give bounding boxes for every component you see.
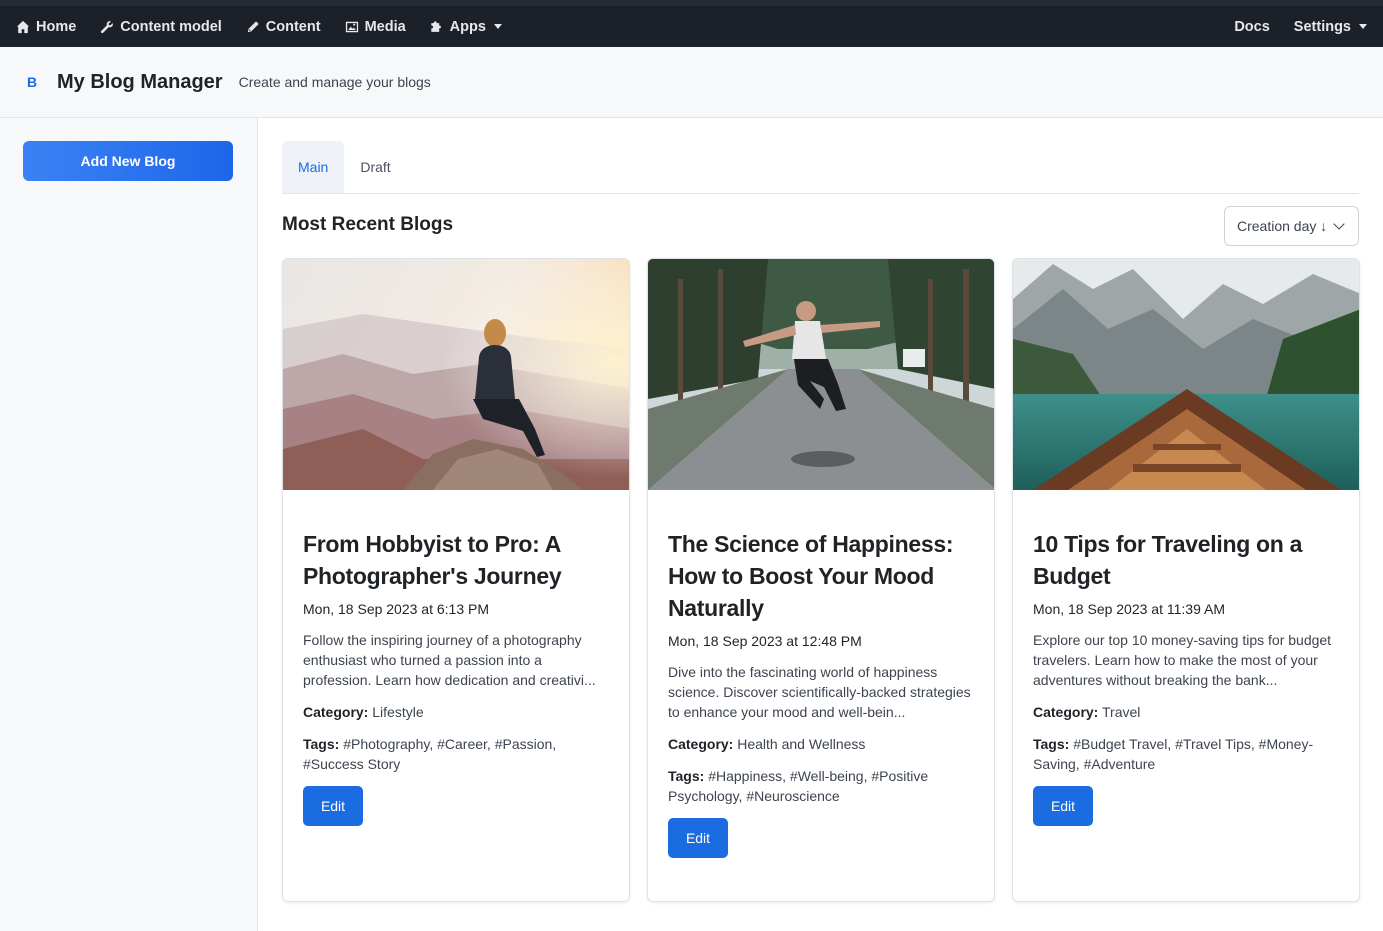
sidebar: Add New Blog <box>0 118 258 931</box>
nav-content-label: Content <box>265 18 321 35</box>
blog-card-title: 10 Tips for Traveling on a Budget <box>1033 531 1303 589</box>
blog-card-list: From Hobbyist to Pro: A Photographer's J… <box>282 258 1360 902</box>
category-value: Travel <box>1102 704 1141 720</box>
nav-media[interactable]: Media <box>345 19 406 35</box>
category-label: Category: <box>303 704 369 720</box>
blog-card-image <box>648 259 994 490</box>
blog-card-body: 10 Tips for Traveling on a Budget Mon, 1… <box>1013 490 1359 826</box>
main-content: Main Draft Most Recent Blogs Creation da… <box>258 118 1383 931</box>
blog-card-category: Category: Health and Wellness <box>668 734 974 754</box>
chevron-down-icon <box>1333 218 1345 230</box>
edit-button[interactable]: Edit <box>1033 786 1093 826</box>
blog-card-image <box>283 259 629 490</box>
app-title: My Blog Manager <box>57 70 223 93</box>
blog-card: The Science of Happiness: How to Boost Y… <box>647 258 995 902</box>
blog-card: 10 Tips for Traveling on a Budget Mon, 1… <box>1012 258 1360 902</box>
section-title: Most Recent Blogs <box>282 214 454 235</box>
category-label: Category: <box>668 736 734 752</box>
blog-card-date: Mon, 18 Sep 2023 at 6:13 PM <box>303 601 490 617</box>
nav-content-model-label: Content model <box>120 18 222 35</box>
top-nav-left: Home Content model Content Media Apps <box>16 6 502 47</box>
blog-card-title: From Hobbyist to Pro: A Photographer's J… <box>303 531 562 589</box>
home-icon <box>16 20 30 33</box>
tags-value: #Photography, #Career, #Passion, #Succes… <box>303 736 557 772</box>
nav-content-model[interactable]: Content model <box>100 19 222 35</box>
blog-card-date: Mon, 18 Sep 2023 at 12:48 PM <box>668 633 862 649</box>
nav-home-label: Home <box>36 18 77 35</box>
nav-apps-label: Apps <box>449 18 486 35</box>
tags-label: Tags: <box>668 768 705 784</box>
blog-card-date: Mon, 18 Sep 2023 at 11:39 AM <box>1033 601 1225 617</box>
top-nav-right: Docs Settings <box>1234 6 1367 47</box>
blog-card-description: Explore our top 10 money-saving tips for… <box>1033 632 1332 688</box>
nav-home[interactable]: Home <box>16 19 76 35</box>
category-value: Health and Wellness <box>737 736 866 752</box>
edit-button[interactable]: Edit <box>303 786 363 826</box>
blog-card-tags: Tags: #Budget Travel, #Travel Tips, #Mon… <box>1033 734 1339 774</box>
tab-main[interactable]: Main <box>282 141 345 193</box>
sort-dropdown-value: Creation day ↓ <box>1237 218 1328 234</box>
nav-docs-label: Docs <box>1234 18 1270 35</box>
app-header: B My Blog Manager Create and manage your… <box>0 47 1383 118</box>
blog-card-description: Follow the inspiring journey of a photog… <box>303 632 596 688</box>
nav-apps[interactable]: Apps <box>430 19 502 35</box>
edit-button[interactable]: Edit <box>668 818 728 858</box>
blog-card-title: The Science of Happiness: How to Boost Y… <box>668 531 954 621</box>
blog-card-category: Category: Travel <box>1033 702 1339 722</box>
category-label: Category: <box>1033 704 1099 720</box>
tags-value: #Happiness, #Well-being, #Positive Psych… <box>668 768 929 804</box>
nav-docs[interactable]: Docs <box>1234 19 1269 35</box>
tab-bar: Main Draft <box>282 141 1359 194</box>
puzzle-icon <box>430 20 441 32</box>
chevron-down-icon <box>493 24 502 29</box>
chevron-down-icon <box>1359 24 1367 29</box>
nav-media-label: Media <box>364 18 406 35</box>
blog-card-description: Dive into the fascinating world of happi… <box>668 664 971 720</box>
blog-card-body: The Science of Happiness: How to Boost Y… <box>648 490 994 858</box>
tab-draft[interactable]: Draft <box>344 141 406 193</box>
app-logo: B <box>26 74 38 90</box>
blog-card: From Hobbyist to Pro: A Photographer's J… <box>282 258 630 902</box>
sort-dropdown[interactable]: Creation day ↓ <box>1224 206 1359 246</box>
top-nav: Home Content model Content Media Apps Do… <box>0 0 1383 47</box>
nav-settings[interactable]: Settings <box>1294 19 1367 35</box>
blog-card-tags: Tags: #Happiness, #Well-being, #Positive… <box>668 766 974 806</box>
pen-icon <box>247 20 259 32</box>
add-new-blog-button[interactable]: Add New Blog <box>23 141 233 181</box>
category-value: Lifestyle <box>372 704 424 720</box>
tags-value: #Budget Travel, #Travel Tips, #Money-Sav… <box>1033 736 1314 772</box>
blog-card-body: From Hobbyist to Pro: A Photographer's J… <box>283 490 629 826</box>
nav-content[interactable]: Content <box>246 19 321 35</box>
nav-settings-label: Settings <box>1293 18 1351 35</box>
tags-label: Tags: <box>1033 736 1070 752</box>
image-icon <box>345 21 358 32</box>
blog-card-tags: Tags: #Photography, #Career, #Passion, #… <box>303 734 609 774</box>
tags-label: Tags: <box>303 736 340 752</box>
app-subtitle: Create and manage your blogs <box>238 74 431 90</box>
wrench-icon <box>101 20 114 33</box>
blog-card-category: Category: Lifestyle <box>303 702 609 722</box>
blog-card-image <box>1013 259 1359 490</box>
